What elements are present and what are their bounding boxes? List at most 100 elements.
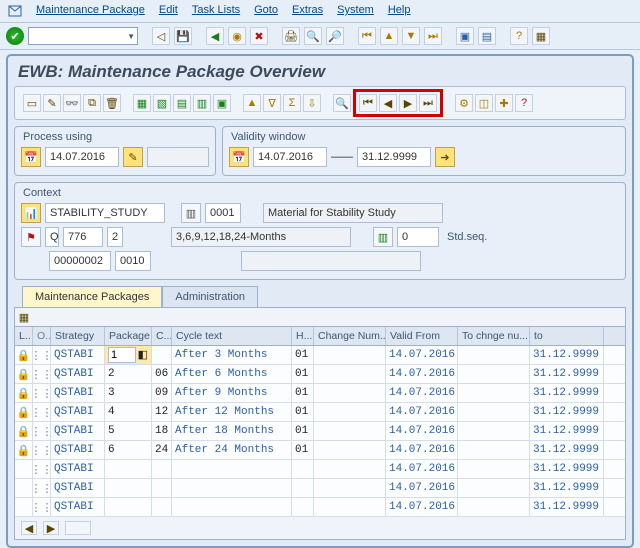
cell[interactable]: QSTABI bbox=[51, 403, 105, 421]
cell[interactable]: 24 bbox=[152, 441, 172, 459]
cell[interactable]: After 9 Months bbox=[172, 384, 292, 402]
table-row[interactable]: 🔒⋮⋮QSTABI412After 12 Months0114.07.20163… bbox=[15, 403, 625, 422]
cell[interactable] bbox=[172, 498, 292, 516]
nav-next-icon[interactable]: ▶ bbox=[399, 94, 417, 112]
cell[interactable] bbox=[314, 498, 386, 516]
save-icon[interactable]: 💾 bbox=[174, 27, 192, 45]
batch-icon[interactable]: ▥ bbox=[181, 203, 201, 223]
cell[interactable]: After 12 Months bbox=[172, 403, 292, 421]
cell[interactable]: 14.07.2016 bbox=[386, 479, 458, 497]
cell[interactable]: 01 bbox=[292, 422, 314, 440]
cell[interactable] bbox=[458, 479, 530, 497]
scroll-right-icon[interactable]: ▶ bbox=[43, 521, 59, 535]
cell[interactable] bbox=[152, 346, 172, 364]
edit-icon[interactable]: ✎ bbox=[43, 94, 61, 112]
help-icon[interactable]: ? bbox=[510, 27, 528, 45]
validity-to-field[interactable]: 31.12.9999 bbox=[357, 147, 431, 167]
cell[interactable]: After 6 Months bbox=[172, 365, 292, 383]
cell[interactable] bbox=[314, 403, 386, 421]
cell[interactable]: 06 bbox=[152, 365, 172, 383]
filter-icon[interactable]: ∇ bbox=[263, 94, 281, 112]
cell[interactable]: QSTABI bbox=[51, 460, 105, 478]
new-session-icon[interactable]: ▣ bbox=[456, 27, 474, 45]
tab-maintenance-packages[interactable]: Maintenance Packages bbox=[22, 286, 162, 307]
cell[interactable]: 01 bbox=[292, 346, 314, 364]
find-next-icon[interactable]: 🔎 bbox=[326, 27, 344, 45]
sap-sys-icon[interactable] bbox=[8, 4, 22, 18]
layout-icon[interactable]: ▦ bbox=[532, 27, 550, 45]
validity-from-icon[interactable]: 📅 bbox=[229, 147, 249, 167]
col-h[interactable]: H... bbox=[292, 327, 314, 345]
cell[interactable] bbox=[314, 384, 386, 402]
cell[interactable]: After 3 Months bbox=[172, 346, 292, 364]
cell[interactable] bbox=[458, 441, 530, 459]
delete-row-icon[interactable]: ▥ bbox=[193, 94, 211, 112]
package-cell[interactable]: 2 bbox=[105, 365, 152, 383]
deselect-icon[interactable]: ▧ bbox=[153, 94, 171, 112]
cell[interactable]: QSTABI bbox=[51, 365, 105, 383]
cell[interactable]: 14.07.2016 bbox=[386, 365, 458, 383]
insert-row-icon[interactable]: ▤ bbox=[173, 94, 191, 112]
cell[interactable] bbox=[458, 498, 530, 516]
cell[interactable] bbox=[292, 498, 314, 516]
cell[interactable] bbox=[314, 422, 386, 440]
num1-field[interactable]: 776 bbox=[63, 227, 103, 247]
cell[interactable]: 01 bbox=[292, 365, 314, 383]
package-cell[interactable] bbox=[105, 460, 152, 478]
cell[interactable]: 31.12.9999 bbox=[530, 365, 604, 383]
grid-config-icon[interactable]: ▦ bbox=[15, 308, 33, 326]
process-edit-icon[interactable]: ✎ bbox=[123, 147, 143, 167]
nav-prev-icon[interactable]: ◀ bbox=[379, 94, 397, 112]
last-page-icon[interactable]: ⏭ bbox=[424, 27, 442, 45]
nav-first-icon[interactable]: ⏮ bbox=[359, 94, 377, 112]
menu-edit[interactable]: Edit bbox=[159, 4, 178, 18]
cell[interactable]: After 18 Months bbox=[172, 422, 292, 440]
validity-go-icon[interactable]: ➔ bbox=[435, 147, 455, 167]
cell[interactable]: 01 bbox=[292, 441, 314, 459]
menu-maintenance-package[interactable]: Maintenance Package bbox=[36, 4, 145, 18]
cell[interactable] bbox=[458, 460, 530, 478]
cell[interactable]: QSTABI bbox=[51, 479, 105, 497]
services-icon[interactable]: ✚ bbox=[495, 94, 513, 112]
cell[interactable] bbox=[458, 365, 530, 383]
package-cell[interactable] bbox=[105, 498, 152, 516]
cell[interactable] bbox=[292, 460, 314, 478]
cell[interactable]: 14.07.2016 bbox=[386, 441, 458, 459]
sort-asc-icon[interactable]: ▲ bbox=[243, 94, 261, 112]
col-strategy[interactable]: Strategy bbox=[51, 327, 105, 345]
command-field[interactable] bbox=[28, 27, 138, 45]
copy-icon[interactable]: ⧉ bbox=[83, 94, 101, 112]
cell[interactable]: 14.07.2016 bbox=[386, 346, 458, 364]
cancel-icon[interactable]: ✖ bbox=[250, 27, 268, 45]
table-row[interactable]: ⋮⋮QSTABI14.07.201631.12.9999 bbox=[15, 498, 625, 517]
table-row[interactable]: 🔒⋮⋮QSTABI309After 9 Months0114.07.201631… bbox=[15, 384, 625, 403]
package-cell[interactable]: 5 bbox=[105, 422, 152, 440]
cell[interactable] bbox=[314, 346, 386, 364]
cell[interactable] bbox=[314, 365, 386, 383]
table-row[interactable]: 🔒⋮⋮QSTABI◧After 3 Months0114.07.201631.1… bbox=[15, 346, 625, 365]
menu-extras[interactable]: Extras bbox=[292, 4, 323, 18]
tab-administration[interactable]: Administration bbox=[162, 286, 258, 307]
seq-val[interactable]: 0 bbox=[397, 227, 439, 247]
cell[interactable]: 14.07.2016 bbox=[386, 460, 458, 478]
cell[interactable] bbox=[314, 441, 386, 459]
scroll-left-icon[interactable]: ◀ bbox=[21, 521, 37, 535]
menu-goto[interactable]: Goto bbox=[254, 4, 278, 18]
cell[interactable]: 31.12.9999 bbox=[530, 384, 604, 402]
cell[interactable]: 31.12.9999 bbox=[530, 346, 604, 364]
study-field[interactable]: STABILITY_STUDY bbox=[45, 203, 165, 223]
cell[interactable]: 01 bbox=[292, 384, 314, 402]
sum-icon[interactable]: Σ bbox=[283, 94, 301, 112]
col-lock[interactable]: L.. bbox=[15, 327, 33, 345]
print-icon[interactable]: 🖨 bbox=[282, 27, 300, 45]
col-o[interactable]: O.. bbox=[33, 327, 51, 345]
cell[interactable]: QSTABI bbox=[51, 441, 105, 459]
table-row[interactable]: ⋮⋮QSTABI14.07.201631.12.9999 bbox=[15, 479, 625, 498]
cell[interactable] bbox=[458, 422, 530, 440]
export-icon[interactable]: ⇩ bbox=[303, 94, 321, 112]
process-extra-field[interactable] bbox=[147, 147, 209, 167]
cell[interactable] bbox=[458, 384, 530, 402]
back-green-icon[interactable]: ◀ bbox=[206, 27, 224, 45]
f4-help-icon[interactable]: ◧ bbox=[138, 348, 148, 362]
col-to[interactable]: to bbox=[530, 327, 604, 345]
